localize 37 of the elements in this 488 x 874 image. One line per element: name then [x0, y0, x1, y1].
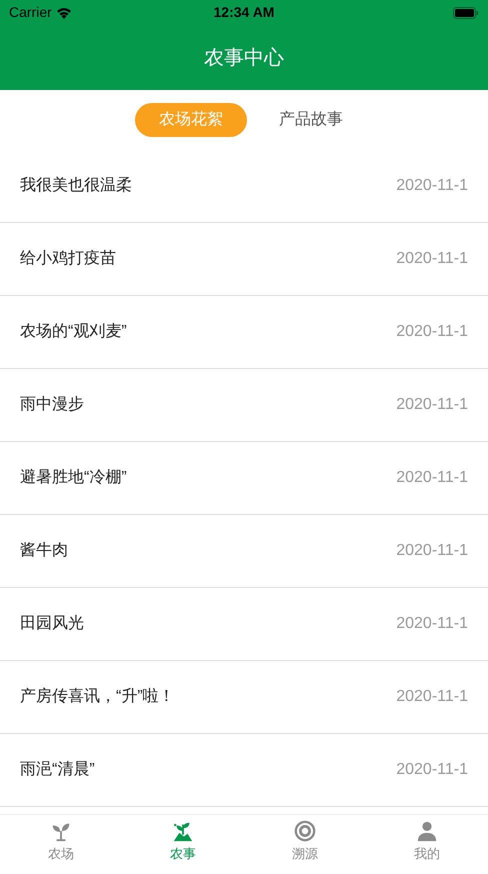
item-date: 2020-11-1 — [396, 687, 468, 707]
tab-bar-item[interactable]: 溯源 — [244, 815, 366, 868]
list-item[interactable]: 产房传喜讯，“升”啦！ 2020-11-1 — [0, 661, 488, 734]
item-date: 2020-11-1 — [396, 541, 468, 561]
item-title: 雨浥“清晨” — [20, 760, 95, 780]
battery-icon — [452, 6, 479, 18]
item-date: 2020-11-1 — [396, 760, 468, 780]
item-date: 2020-11-1 — [396, 614, 468, 634]
item-title: 我很美也很温柔 — [20, 176, 132, 196]
carrier-label: Carrier — [9, 3, 52, 22]
wifi-icon — [56, 6, 72, 18]
list-item[interactable]: 雨浥“清晨” 2020-11-1 — [0, 734, 488, 807]
item-title: 农场的“观刈麦” — [20, 322, 127, 342]
item-title: 给小鸡打疫苗 — [20, 248, 116, 269]
list-item[interactable]: 给小鸡打疫苗 2020-11-1 — [0, 223, 488, 296]
person-icon — [416, 820, 438, 842]
item-date: 2020-11-1 — [396, 322, 468, 342]
list-item[interactable]: 避暑胜地“冷棚” 2020-11-1 — [0, 442, 488, 515]
item-title: 酱牛肉 — [20, 540, 68, 561]
item-title: 产房传喜讯，“升”啦！ — [20, 686, 175, 707]
list-item[interactable]: 雨中漫步 2020-11-1 — [0, 369, 488, 442]
status-time: 12:34 AM — [214, 3, 274, 22]
page-title: 农事中心 — [204, 46, 284, 70]
item-date: 2020-11-1 — [396, 395, 468, 415]
item-title: 避暑胜地“冷棚” — [20, 468, 127, 488]
segment-tab[interactable]: 产品故事 — [277, 103, 345, 137]
item-date: 2020-11-1 — [396, 468, 468, 488]
list-item[interactable]: 酱牛肉 2020-11-1 — [0, 515, 488, 588]
target-icon — [294, 820, 316, 842]
list-item[interactable]: 农场的“观刈麦” 2020-11-1 — [0, 296, 488, 369]
tab-bar-item[interactable]: 农事 — [122, 815, 244, 868]
item-date: 2020-11-1 — [396, 249, 468, 269]
list-item[interactable]: 我很美也很温柔 2020-11-1 — [0, 150, 488, 223]
item-title: 田园风光 — [20, 614, 84, 634]
item-title: 雨中漫步 — [20, 394, 84, 415]
list-item[interactable]: 田园风光 2020-11-1 — [0, 588, 488, 661]
item-date: 2020-11-1 — [396, 176, 468, 196]
